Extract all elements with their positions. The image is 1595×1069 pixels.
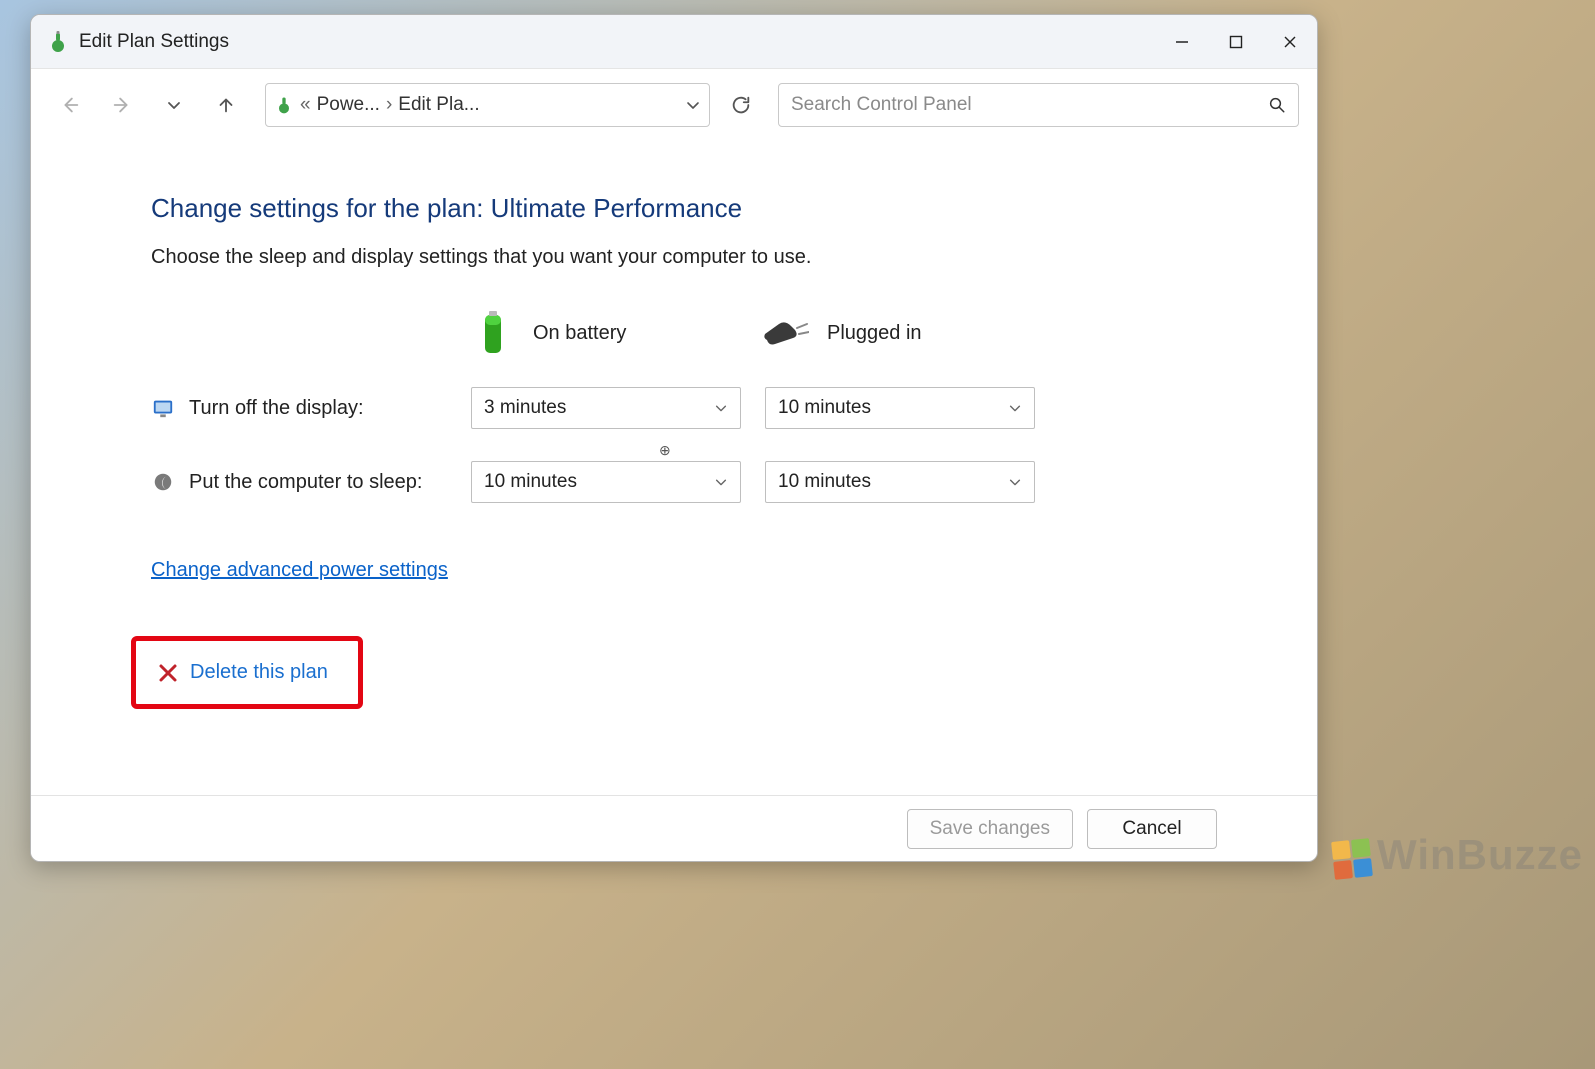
select-sleep-battery-value: 10 minutes	[484, 471, 577, 493]
settings-grid: ⊕ Turn off the display: 3 minutes	[151, 387, 1317, 503]
moon-icon	[151, 470, 175, 494]
battery-icon	[471, 309, 515, 357]
save-changes-label: Save changes	[930, 818, 1050, 840]
row-turn-off-display: Turn off the display: 3 minutes 10 minut…	[151, 387, 1317, 429]
search-input[interactable]	[791, 94, 1258, 116]
chevron-down-icon	[714, 401, 728, 415]
refresh-button[interactable]	[720, 84, 762, 126]
navigation-bar: « Powe... › Edit Pla...	[31, 69, 1317, 141]
titlebar: Edit Plan Settings	[31, 15, 1317, 69]
select-display-battery-value: 3 minutes	[484, 397, 566, 419]
content-area: Change settings for the plan: Ultimate P…	[31, 141, 1317, 795]
row-put-computer-to-sleep: Put the computer to sleep: 10 minutes 10…	[151, 461, 1317, 503]
save-changes-button[interactable]: Save changes	[907, 809, 1073, 849]
recent-locations-button[interactable]	[153, 84, 195, 126]
advanced-settings-row: Change advanced power settings	[151, 559, 1317, 582]
select-display-plugged-value: 10 minutes	[778, 397, 871, 419]
breadcrumb-parent[interactable]: Powe...	[317, 94, 380, 116]
column-plugged-in: Plugged in	[761, 318, 1051, 348]
change-advanced-power-settings-link[interactable]: Change advanced power settings	[151, 559, 448, 581]
footer: Save changes Cancel	[31, 795, 1317, 861]
column-headers: On battery Plugged in	[151, 309, 1317, 357]
maximize-button[interactable]	[1209, 15, 1263, 68]
monitor-icon	[151, 396, 175, 420]
select-sleep-plugged-value: 10 minutes	[778, 471, 871, 493]
address-bar[interactable]: « Powe... › Edit Pla...	[265, 83, 710, 127]
select-display-plugged[interactable]: 10 minutes	[765, 387, 1035, 429]
address-dropdown[interactable]	[685, 97, 701, 113]
window-controls	[1155, 15, 1317, 68]
chevron-right-icon: ›	[386, 94, 392, 116]
column-plugged-in-label: Plugged in	[827, 322, 922, 345]
up-button[interactable]	[205, 84, 247, 126]
select-sleep-battery[interactable]: 10 minutes	[471, 461, 741, 503]
row-sleep-text: Put the computer to sleep:	[189, 471, 422, 494]
select-sleep-plugged[interactable]: 10 minutes	[765, 461, 1035, 503]
search-icon[interactable]	[1268, 96, 1286, 114]
forward-button[interactable]	[101, 84, 143, 126]
breadcrumb-current[interactable]: Edit Pla...	[398, 94, 479, 116]
power-options-icon	[274, 95, 294, 115]
cancel-label: Cancel	[1122, 818, 1181, 840]
row-display-text: Turn off the display:	[189, 397, 364, 420]
delete-this-plan-link[interactable]: Delete this plan	[190, 661, 328, 684]
row-sleep-label: Put the computer to sleep:	[151, 470, 471, 494]
chevron-down-icon	[1008, 475, 1022, 489]
chevron-down-icon	[1008, 401, 1022, 415]
select-display-battery[interactable]: 3 minutes	[471, 387, 741, 429]
power-options-icon	[45, 29, 71, 55]
search-bar[interactable]	[778, 83, 1299, 127]
control-panel-window: Edit Plan Settings	[30, 14, 1318, 862]
watermark-text: WinBuzze	[1377, 831, 1583, 879]
delete-x-icon	[158, 663, 178, 683]
page-subtext: Choose the sleep and display settings th…	[151, 246, 1317, 269]
delete-plan-highlight: Delete this plan	[131, 636, 363, 709]
cancel-button[interactable]: Cancel	[1087, 809, 1217, 849]
minimize-button[interactable]	[1155, 15, 1209, 68]
row-display-label: Turn off the display:	[151, 396, 471, 420]
back-button[interactable]	[49, 84, 91, 126]
cursor-marker-icon: ⊕	[659, 442, 671, 459]
watermark: WinBuzze	[1333, 831, 1583, 879]
close-button[interactable]	[1263, 15, 1317, 68]
chevron-down-icon	[714, 475, 728, 489]
window-title: Edit Plan Settings	[79, 31, 229, 53]
plug-icon	[761, 318, 809, 348]
watermark-logo-icon	[1331, 838, 1373, 880]
page-heading: Change settings for the plan: Ultimate P…	[151, 193, 1317, 224]
column-on-battery: On battery	[471, 309, 761, 357]
breadcrumb-overflow[interactable]: «	[300, 94, 311, 116]
column-on-battery-label: On battery	[533, 322, 626, 345]
